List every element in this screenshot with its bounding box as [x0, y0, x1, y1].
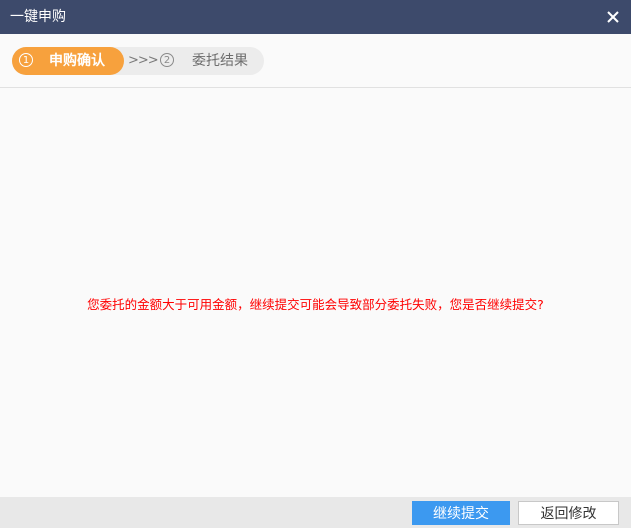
dialog-content: 您委托的金额大于可用金额，继续提交可能会导致部分委托失败，您是否继续提交? [0, 89, 631, 497]
warning-message: 您委托的金额大于可用金额，继续提交可能会导致部分委托失败，您是否继续提交? [87, 297, 544, 312]
step-result-label: 委托结果 [192, 53, 248, 69]
step-confirm: 1 申购确认 [12, 47, 124, 75]
subscribe-dialog: 一键申购 1 申购确认 >>> 2 委托结果 您委托的金额大于可用金额，继续提交… [0, 0, 631, 528]
step-arrows: >>> [128, 53, 159, 68]
continue-submit-button[interactable]: 继续提交 [412, 501, 510, 525]
dialog-titlebar: 一键申购 [0, 0, 631, 34]
back-modify-button[interactable]: 返回修改 [518, 501, 619, 525]
step-result-number: 2 [160, 53, 174, 67]
dialog-title: 一键申购 [10, 9, 66, 25]
steps-bar: 1 申购确认 >>> 2 委托结果 [0, 34, 631, 88]
step-progress: 1 申购确认 >>> 2 委托结果 [12, 47, 264, 75]
step-confirm-number: 1 [19, 53, 33, 67]
close-icon[interactable] [603, 7, 623, 27]
dialog-footer: 继续提交 返回修改 [0, 497, 631, 528]
step-confirm-label: 申购确认 [49, 53, 105, 69]
